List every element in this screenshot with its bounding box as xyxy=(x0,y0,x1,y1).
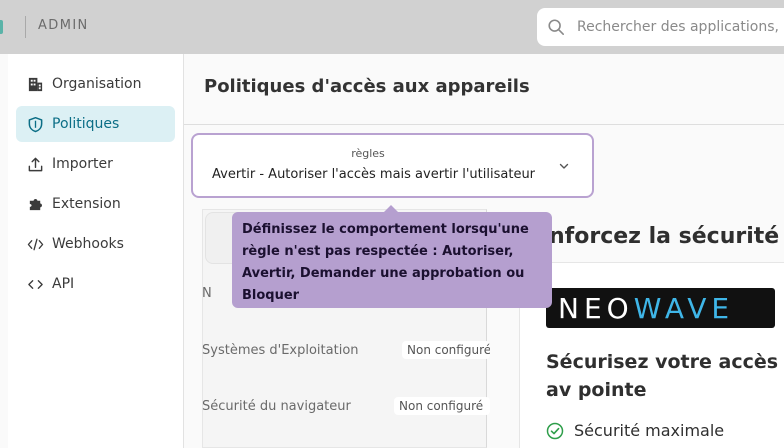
upload-icon xyxy=(28,157,43,171)
select-label: règles xyxy=(351,147,385,160)
os-status-value[interactable]: Non configuré xyxy=(402,341,490,359)
feature-label: Sécurité maximale xyxy=(574,421,725,440)
sidebar-item-importer[interactable]: Importer xyxy=(16,146,175,182)
browser-status-value[interactable]: Non configuré xyxy=(394,397,490,415)
brand-accent xyxy=(0,20,3,34)
check-circle-icon xyxy=(546,422,564,439)
title-divider xyxy=(184,124,784,125)
sidebar-item-extension[interactable]: Extension xyxy=(16,186,175,222)
promo-heading: Sécurisez votre accès av pointe xyxy=(546,351,779,401)
page-title: Politiques d'accès aux appareils xyxy=(204,76,530,97)
code-icon xyxy=(28,279,43,289)
help-tooltip: Définissez le comportement lorsqu'une rè… xyxy=(232,212,552,308)
promo-card: NEOWAVE Sécurisez votre accès av pointe … xyxy=(519,262,784,448)
sidebar-item-label: Importer xyxy=(52,156,113,172)
search-input[interactable] xyxy=(577,19,784,35)
admin-label: ADMIN xyxy=(38,18,89,33)
sidebar: Organisation Politiques Importer Extensi… xyxy=(8,54,184,448)
chevron-down-icon xyxy=(559,163,569,169)
sidebar-item-api[interactable]: API xyxy=(16,266,175,302)
feature-item: Sécurité maximale xyxy=(546,421,724,440)
sidebar-item-label: Webhooks xyxy=(52,236,124,252)
search-box[interactable] xyxy=(537,8,784,46)
header-divider xyxy=(25,16,26,38)
sidebar-item-politiques[interactable]: Politiques xyxy=(16,106,175,142)
sidebar-item-organisation[interactable]: Organisation xyxy=(16,66,175,102)
rule-behavior-select[interactable]: règles Avertir - Autoriser l'accès mais … xyxy=(191,133,594,198)
row-label: N xyxy=(202,286,212,301)
sidebar-item-label: Organisation xyxy=(52,76,142,92)
sidebar-item-label: Politiques xyxy=(52,116,120,132)
row-label: Sécurité du navigateur xyxy=(202,399,351,414)
select-value: Avertir - Autoriser l'accès mais avertir… xyxy=(212,167,536,182)
top-bar: ADMIN xyxy=(0,0,784,54)
search-icon xyxy=(548,19,565,36)
neowave-logo: NEOWAVE xyxy=(546,288,775,328)
code-slash-icon xyxy=(27,238,44,250)
puzzle-icon xyxy=(29,198,42,210)
building-icon xyxy=(28,77,43,91)
logo-text-part: NEOWAVE xyxy=(558,292,734,325)
promo-title: nforcez la sécurité xyxy=(549,224,780,249)
sidebar-item-label: API xyxy=(52,276,75,292)
sidebar-item-webhooks[interactable]: Webhooks xyxy=(16,226,175,262)
row-label: Systèmes d'Exploitation xyxy=(202,343,359,358)
shield-icon xyxy=(28,116,43,132)
sidebar-item-label: Extension xyxy=(52,196,121,212)
